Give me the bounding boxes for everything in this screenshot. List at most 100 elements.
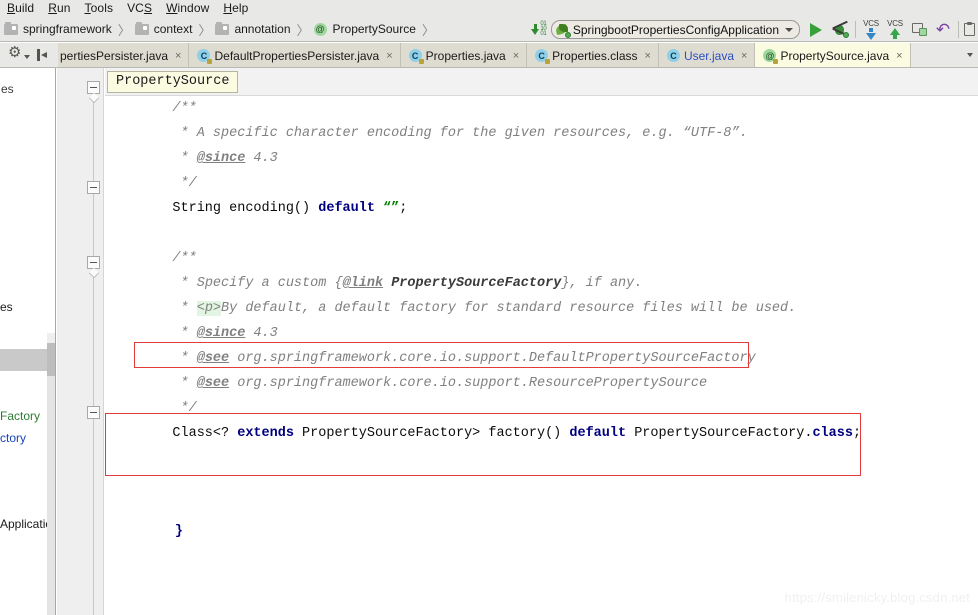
breadcrumb-item-annotation[interactable]: annotation — [215, 17, 293, 42]
tab-propertysource-java[interactable]: @ PropertySource.java × — [755, 43, 911, 67]
close-icon[interactable]: × — [896, 50, 902, 62]
menu-mnemonic: W — [166, 1, 178, 15]
project-item-fragment[interactable]: Factory — [0, 409, 40, 423]
code-line: } — [110, 494, 183, 569]
main-toolbar: 01 10 01 SpringbootPropertiesConfigApplica… — [527, 17, 978, 42]
chevron-down-icon[interactable] — [24, 55, 30, 59]
closing-brace: } — [174, 524, 183, 539]
collapse-all-icon[interactable] — [37, 49, 49, 61]
breadcrumb-label: annotation — [234, 22, 291, 36]
project-tool-window-sliver[interactable]: es es Factory ctory Applicatio — [0, 68, 56, 615]
close-icon[interactable]: × — [645, 50, 651, 62]
menu-item-vcs[interactable]: VCS — [120, 0, 159, 17]
breadcrumb-label: PropertySource — [332, 22, 416, 36]
tab-label: User.java — [683, 48, 734, 63]
breadcrumb-separator: 〉 — [421, 22, 435, 38]
breadcrumb-label: springframework — [23, 22, 112, 36]
editor-breadcrumb-propertysource[interactable]: PropertySource — [107, 71, 239, 93]
chevron-down-icon — [967, 53, 973, 57]
close-icon[interactable]: × — [513, 50, 519, 62]
fold-marker-collapse[interactable] — [87, 181, 100, 194]
menu-mnemonic: T — [84, 1, 91, 15]
project-scrollbar-thumb-active[interactable] — [47, 343, 55, 376]
vcs-commit-label: VCS — [887, 19, 903, 28]
breadcrumb-label: context — [153, 22, 193, 36]
tab-toolbar — [0, 43, 58, 67]
folder-icon — [134, 21, 149, 35]
closing-brace-line: } — [105, 96, 978, 615]
tab-label: DefaultPropertiesPersister.java — [214, 48, 380, 63]
undo-arrow-glyph: ↶ — [935, 20, 951, 39]
project-item-fragment[interactable]: ctory — [0, 431, 26, 445]
run-configuration-selector[interactable]: SpringbootPropertiesConfigApplication — [550, 20, 800, 39]
chevron-down-icon[interactable] — [785, 27, 793, 32]
menu-item-tools[interactable]: Tools — [78, 0, 121, 17]
tab-defaultpropertiespersister[interactable]: C DefaultPropertiesPersister.java × — [189, 43, 401, 67]
class-icon: C — [408, 49, 424, 64]
menu-mnemonic: S — [143, 1, 153, 15]
tab-label: PropertySource.java — [780, 48, 890, 63]
menu-mnemonic: B — [7, 1, 16, 15]
play-icon — [810, 22, 822, 37]
project-item-fragment[interactable]: es — [0, 300, 13, 314]
toolbar-divider — [855, 21, 856, 38]
fold-marker-collapse[interactable] — [87, 406, 100, 419]
menu-item-run[interactable]: Run — [41, 0, 77, 17]
breadcrumb-item-springframework[interactable]: springframework — [4, 17, 115, 42]
project-item-fragment[interactable]: es — [1, 82, 14, 96]
tab-user-java[interactable]: C User.java × — [658, 43, 756, 67]
bug-icon — [832, 20, 849, 38]
breadcrumb-item-context[interactable]: context — [134, 17, 196, 42]
tab-label: Properties.class — [552, 48, 638, 63]
tab-properties-java[interactable]: C Properties.java × — [400, 43, 528, 67]
run-button[interactable] — [804, 18, 828, 41]
menu-item-build[interactable]: Build — [0, 0, 41, 17]
code-editor[interactable]: PropertySource /** * A specific characte… — [105, 68, 978, 615]
fold-marker-collapse[interactable] — [87, 81, 100, 94]
close-icon[interactable]: × — [175, 50, 181, 62]
annotation-icon: @ — [763, 49, 779, 64]
editor-gutter[interactable] — [57, 68, 104, 615]
folder-icon — [215, 21, 230, 35]
close-icon[interactable]: × — [386, 50, 392, 62]
breadcrumb-separator: 〉 — [198, 22, 212, 38]
menu-mnemonic: R — [48, 1, 57, 15]
spring-boot-icon — [555, 23, 571, 38]
menu-bar: Build Run Tools VCS Window Help — [0, 0, 978, 17]
tab-label: pertiesPersister.java — [60, 48, 169, 63]
tab-propertiespersister[interactable]: pertiesPersister.java × — [58, 43, 190, 67]
project-scrollbar-track-lower — [47, 376, 55, 615]
project-scrollbar-thumb[interactable] — [47, 68, 55, 333]
close-icon[interactable]: × — [741, 50, 747, 62]
ide-window: Build Run Tools VCS Window Help springframewo… — [0, 0, 978, 615]
tab-properties-class[interactable]: C Properties.class × — [527, 43, 659, 67]
compare-icon[interactable] — [907, 18, 931, 41]
annotation-icon: @ — [313, 22, 327, 36]
tab-list: pertiesPersister.java × C DefaultPropert… — [58, 43, 962, 67]
class-icon: C — [535, 49, 551, 64]
menu-item-window[interactable]: Window — [159, 0, 216, 17]
toolbar-divider — [958, 21, 959, 38]
update-project-icon[interactable]: 01 10 01 — [527, 18, 551, 41]
tab-overflow-button[interactable] — [962, 43, 978, 67]
breadcrumb-separator: 〉 — [117, 22, 131, 38]
vcs-update-label: VCS — [863, 18, 879, 28]
settings-gear-icon[interactable] — [8, 45, 22, 62]
project-item-fragment[interactable]: Applicatio — [0, 517, 52, 531]
editor-tab-bar: pertiesPersister.java × C DefaultPropert… — [0, 43, 978, 68]
editor-breadcrumb-strip: PropertySource — [105, 68, 978, 96]
folder-icon — [4, 21, 18, 35]
tab-label: Properties.java — [425, 48, 506, 63]
class-icon: C — [666, 49, 680, 62]
breadcrumb-separator: 〉 — [296, 22, 310, 38]
navigation-bar: springframework 〉 context 〉 annotation 〉… — [0, 17, 978, 42]
breadcrumb-item-propertysource[interactable]: @ PropertySource — [313, 17, 419, 42]
run-configuration-label: SpringbootPropertiesConfigApplication — [572, 22, 779, 37]
debug-button[interactable] — [828, 18, 852, 41]
undo-icon[interactable]: ↶ — [931, 18, 955, 41]
menu-item-help[interactable]: Help — [216, 0, 255, 17]
fold-marker-collapse[interactable] — [87, 256, 100, 269]
vcs-commit-icon[interactable]: VCS — [883, 18, 907, 41]
more-icon[interactable] — [962, 18, 976, 41]
vcs-update-icon[interactable]: VCS — [859, 18, 883, 41]
